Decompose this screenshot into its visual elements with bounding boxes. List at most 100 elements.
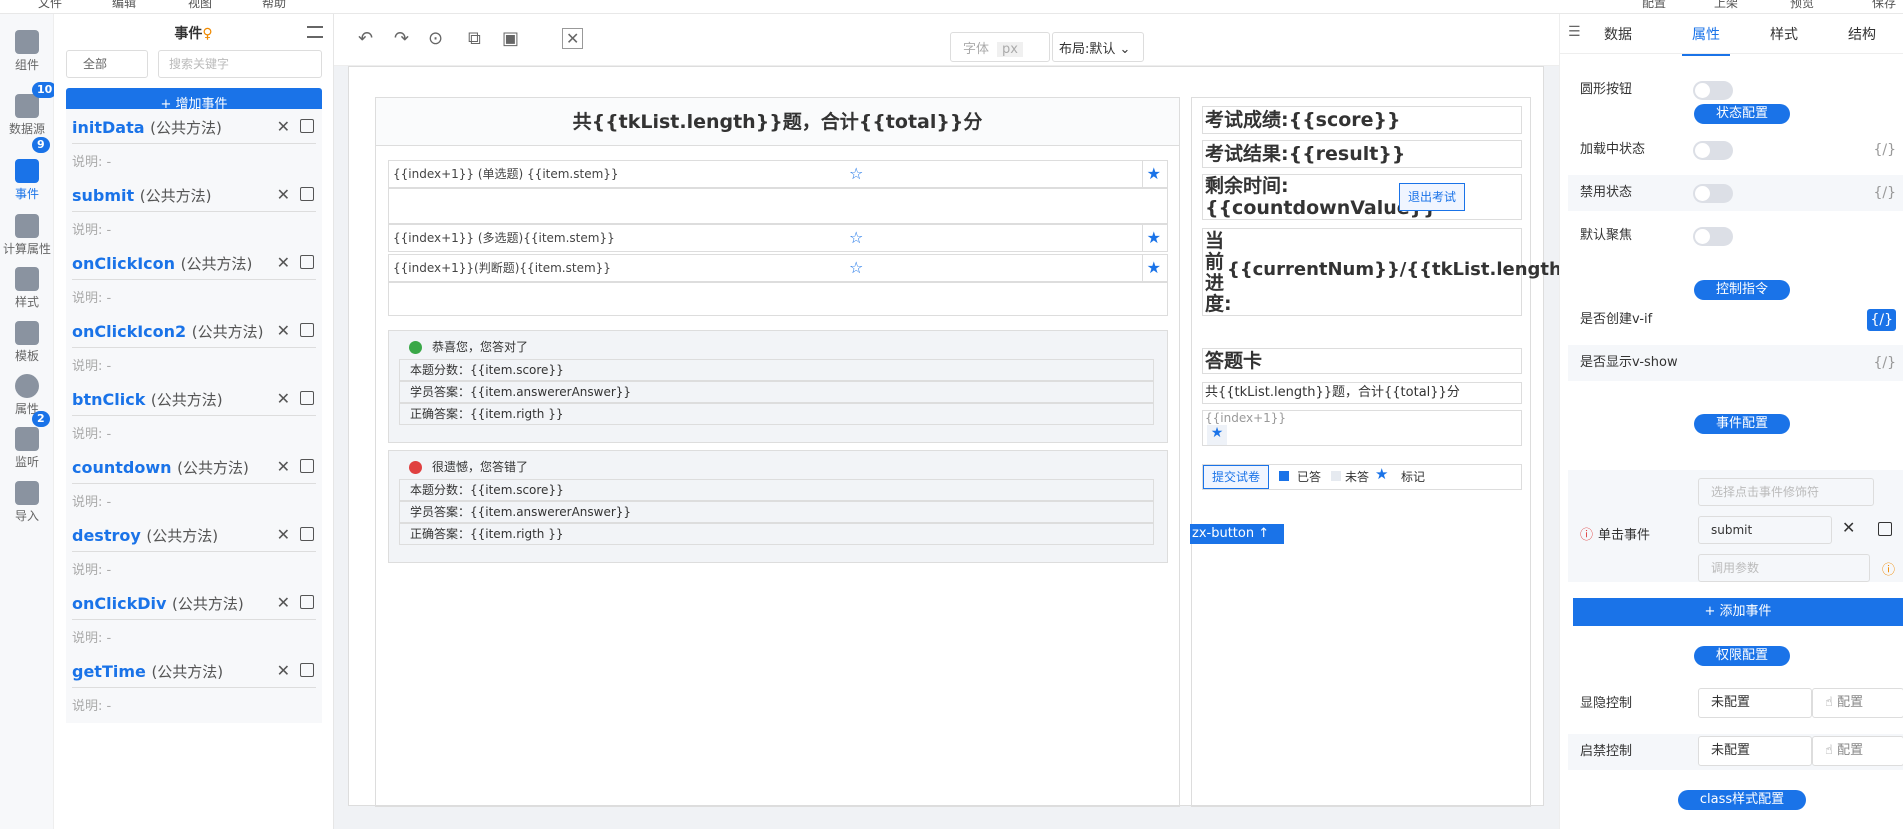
edit-icon[interactable] — [300, 595, 314, 609]
menu-file[interactable]: 文件 — [38, 0, 62, 11]
menu-edit[interactable]: 编辑 — [112, 0, 136, 11]
delete-icon[interactable]: ✕ — [277, 661, 290, 680]
marked-star-icon: ★ — [1375, 465, 1389, 483]
star-filled-icon[interactable]: ★ — [1147, 161, 1161, 187]
question-judge[interactable]: {{index+1}}(判断题){{item.stem}} ☆ ★ — [388, 254, 1168, 282]
rail-attrs[interactable]: 属性 — [0, 374, 54, 417]
tab-style[interactable]: 样式 — [1770, 24, 1798, 44]
delete-icon[interactable]: ✕ — [277, 117, 290, 136]
card-star-icon[interactable]: ★ — [1207, 425, 1227, 445]
menu-icon[interactable]: ☰ — [1568, 24, 1581, 40]
star-outline-icon[interactable]: ☆ — [849, 255, 863, 281]
remove-event-icon[interactable]: ✕ — [1842, 518, 1855, 537]
answered-swatch — [1279, 471, 1289, 481]
question-multi[interactable]: {{index+1}} (多选题){{item.stem}} ☆ ★ — [388, 224, 1168, 252]
event-item[interactable]: submit (公共方法) ✕ 说明: - — [66, 177, 322, 247]
edit-event-icon[interactable] — [1878, 522, 1892, 536]
history-icon[interactable]: ⊙ — [428, 28, 443, 49]
edit-icon[interactable] — [300, 663, 314, 677]
menu-save[interactable]: 保存 — [1872, 0, 1896, 11]
layout-select[interactable]: 布局:默认 ⌄ — [1052, 32, 1144, 62]
visible-config-button[interactable]: ☝ 配置 — [1812, 688, 1903, 718]
menu-config[interactable]: 配置 — [1642, 0, 1666, 11]
delete-icon[interactable]: ✕ — [277, 525, 290, 544]
tab-attrs[interactable]: 属性 — [1682, 24, 1730, 56]
event-item[interactable]: countdown (公共方法) ✕ 说明: - — [66, 449, 322, 519]
delete-icon[interactable]: ✕ — [277, 457, 290, 476]
round-button-toggle[interactable] — [1693, 81, 1733, 100]
collapse-icon[interactable] — [307, 26, 323, 38]
delete-icon[interactable]: ✕ — [277, 389, 290, 408]
add-click-event-button[interactable]: + 添加事件 — [1573, 598, 1903, 626]
rail-events[interactable]: 事件 9 — [0, 137, 54, 202]
font-size-input[interactable]: 字体 px — [950, 32, 1050, 62]
delete-icon[interactable]: ✕ — [277, 321, 290, 340]
delete-icon[interactable]: ✕ — [277, 185, 290, 204]
loading-toggle[interactable] — [1693, 141, 1733, 160]
chevron-down-icon: ⌄ — [1119, 42, 1131, 57]
bind-icon[interactable]: {/} — [1873, 175, 1896, 211]
event-search-input[interactable]: 搜索关键字 — [158, 50, 322, 78]
copy-icon[interactable]: ⧉ — [468, 28, 481, 49]
event-item[interactable]: btnClick (公共方法) ✕ 说明: - — [66, 381, 322, 451]
rail-components[interactable]: 组件 — [0, 30, 54, 73]
event-item[interactable]: onClickDiv (公共方法) ✕ 说明: - — [66, 585, 322, 655]
edit-icon[interactable] — [300, 527, 314, 541]
event-desc: 说明: - — [72, 563, 112, 578]
rail-import[interactable]: 导入 — [0, 481, 54, 524]
rail-watch[interactable]: 监听 2 — [0, 411, 54, 470]
click-event-select[interactable]: submit — [1698, 516, 1832, 544]
star-filled-icon[interactable]: ★ — [1147, 255, 1161, 281]
menu-help[interactable]: 帮助 — [262, 0, 286, 11]
bind-icon-active[interactable]: {/} — [1867, 309, 1896, 331]
edit-icon[interactable] — [300, 255, 314, 269]
star-outline-icon[interactable]: ☆ — [849, 161, 863, 187]
progress: 当前进度: {{currentNum}}/{{tkList.length}} — [1202, 228, 1587, 316]
design-canvas: 共{{tkList.length}}题，合计{{total}}分 {{index… — [334, 66, 1587, 829]
enable-control-value: 未配置 — [1698, 736, 1812, 766]
edit-icon[interactable] — [300, 391, 314, 405]
params-input[interactable]: 调用参数 — [1698, 554, 1870, 582]
edit-icon[interactable] — [300, 459, 314, 473]
bind-icon[interactable]: {/} — [1873, 345, 1896, 381]
autofocus-toggle[interactable] — [1693, 227, 1733, 246]
event-item[interactable]: destroy (公共方法) ✕ 说明: - — [66, 517, 322, 587]
edit-icon[interactable] — [300, 323, 314, 337]
event-item[interactable]: initData (公共方法) ✕ 说明: - — [66, 109, 322, 179]
event-item[interactable]: onClickIcon2 (公共方法) ✕ 说明: - — [66, 313, 322, 383]
exit-exam-button[interactable]: 退出考试 — [1399, 183, 1465, 211]
enable-config-button[interactable]: ☝ 配置 — [1812, 736, 1903, 766]
selected-component-tag[interactable]: zx-button ↑ ✕ — [1190, 524, 1284, 561]
menu-view[interactable]: 视图 — [188, 0, 212, 11]
disabled-toggle[interactable] — [1693, 184, 1733, 203]
undo-icon[interactable]: ↶ — [358, 28, 373, 49]
tab-data[interactable]: 数据 — [1604, 24, 1632, 44]
bind-icon[interactable]: {/} — [1873, 132, 1896, 168]
info-icon — [15, 374, 39, 398]
tab-structure[interactable]: 结构 — [1848, 24, 1876, 44]
event-filter-select[interactable]: 全部 — [66, 50, 148, 78]
submit-exam-button[interactable]: 提交试卷 — [1203, 465, 1269, 489]
redo-icon[interactable]: ↷ — [394, 28, 409, 49]
visible-control-value: 未配置 — [1698, 688, 1812, 718]
modifier-select[interactable]: 选择点击事件修饰符 — [1698, 478, 1874, 506]
rail-computed[interactable]: 计算属性 — [0, 214, 54, 257]
delete-icon[interactable]: ✕ — [277, 593, 290, 612]
menu-publish[interactable]: 上架 — [1714, 0, 1738, 11]
rail-datasource[interactable]: 数据源 10 — [0, 82, 58, 137]
question-single[interactable]: {{index+1}} (单选题) {{item.stem}} ☆ ★ — [388, 160, 1168, 188]
clear-icon[interactable]: ✕ — [562, 28, 584, 49]
question-area: 共{{tkList.length}}题，合计{{total}}分 {{index… — [375, 97, 1180, 807]
delete-icon[interactable]: ✕ — [277, 253, 290, 272]
rail-template[interactable]: 模板 — [0, 321, 54, 364]
edit-icon[interactable] — [300, 119, 314, 133]
image-icon[interactable]: ▣ — [502, 28, 519, 49]
event-item[interactable]: onClickIcon (公共方法) ✕ 说明: - — [66, 245, 322, 315]
hand-icon: ☝ — [1825, 743, 1833, 758]
edit-icon[interactable] — [300, 187, 314, 201]
rail-style[interactable]: 样式 — [0, 267, 54, 310]
star-filled-icon[interactable]: ★ — [1147, 225, 1161, 251]
event-item[interactable]: getTime (公共方法) ✕ 说明: - — [66, 653, 322, 723]
menu-preview[interactable]: 预览 — [1790, 0, 1814, 11]
star-outline-icon[interactable]: ☆ — [849, 225, 863, 251]
